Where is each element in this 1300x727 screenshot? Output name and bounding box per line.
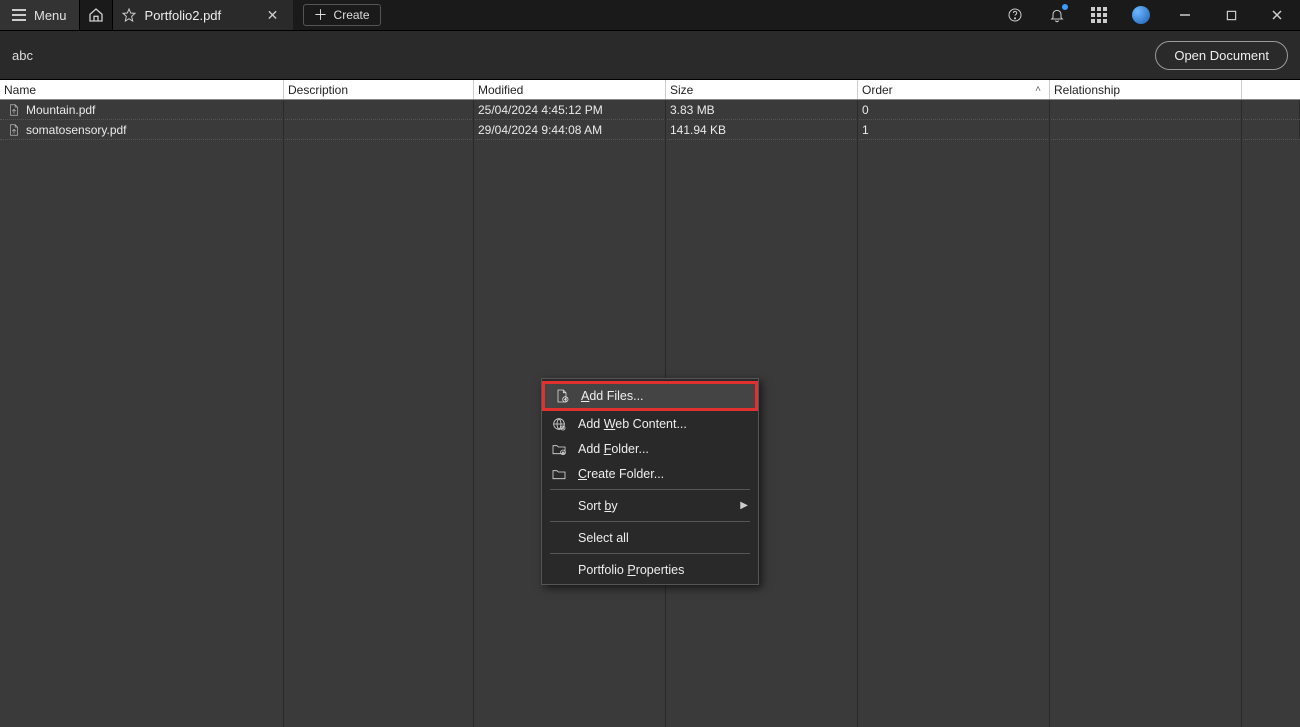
tab-title: Portfolio2.pdf [145,8,222,23]
cell-size: 3.83 MB [670,103,715,117]
notifications-button[interactable] [1036,0,1078,30]
subheader-text: abc [12,48,33,63]
menu-item-portfolio-properties[interactable]: Portfolio Properties [542,557,758,582]
add-files-icon [553,388,571,404]
menu-label-add-files: Add Files... [581,389,644,403]
minimize-icon [1179,9,1191,21]
open-document-button[interactable]: Open Document [1155,41,1288,70]
col-name-label: Name [4,83,36,97]
notification-dot-icon [1062,4,1068,10]
menu-separator [550,553,750,554]
tab-close-button[interactable]: ✕ [263,5,283,25]
maximize-icon [1226,10,1237,21]
menu-label-sort-by: Sort by [578,499,618,513]
subheader: abc Open Document [0,30,1300,80]
column-header-order[interactable]: Order ˄ [858,80,1050,99]
content-area[interactable]: Mountain.pdf 25/04/2024 4:45:12 PM 3.83 … [0,100,1300,727]
menu-label-create-folder: Create Folder... [578,467,664,481]
apps-button[interactable] [1078,0,1120,30]
col-size-label: Size [670,83,693,97]
table-row[interactable]: somatosensory.pdf 29/04/2024 9:44:08 AM … [0,120,1300,140]
column-header-description[interactable]: Description [284,80,474,99]
star-icon [121,7,137,23]
sort-caret-icon: ˄ [1035,84,1041,95]
account-button[interactable] [1120,0,1162,30]
home-icon [88,7,104,23]
menu-item-select-all[interactable]: Select all [542,525,758,550]
create-button[interactable]: ＋ Create [303,4,381,26]
globe-icon [1132,6,1150,24]
context-menu: Add Files... Add Web Content... Add Fold… [541,378,759,585]
column-header-size[interactable]: Size [666,80,858,99]
plus-icon: ＋ [314,8,328,22]
apps-grid-icon [1091,7,1107,23]
window-controls [1162,0,1300,30]
col-rel-label: Relationship [1054,83,1120,97]
create-label: Create [334,8,370,22]
menu-item-sort-by[interactable]: Sort by ▶ [542,493,758,518]
help-icon [1007,7,1023,23]
menu-item-add-web-content[interactable]: Add Web Content... [542,411,758,436]
submenu-arrow-icon: ▶ [740,500,748,511]
add-folder-icon [550,441,568,457]
document-tab[interactable]: Portfolio2.pdf ✕ [113,0,293,30]
menu-label-add-folder: Add Folder... [578,442,649,456]
menu-label: Menu [34,8,67,23]
home-button[interactable] [79,0,113,30]
minimize-button[interactable] [1162,0,1208,30]
titlebar-right [994,0,1300,30]
table-body: Mountain.pdf 25/04/2024 4:45:12 PM 3.83 … [0,100,1300,140]
cell-order: 1 [862,123,869,137]
close-window-button[interactable] [1254,0,1300,30]
menu-label-portfolio-properties: Portfolio Properties [578,563,684,577]
pdf-file-icon [7,103,21,117]
cell-order: 0 [862,103,869,117]
menu-separator [550,489,750,490]
column-header-relationship[interactable]: Relationship [1050,80,1242,99]
open-document-label: Open Document [1174,48,1269,63]
menu-separator [550,521,750,522]
pdf-file-icon [7,123,21,137]
cell-name: Mountain.pdf [26,103,95,117]
help-button[interactable] [994,0,1036,30]
table-header: Name Description Modified Size Order ˄ Re… [0,80,1300,100]
column-header-name[interactable]: Name [0,80,284,99]
menu-label-select-all: Select all [578,531,629,545]
menu-item-add-folder[interactable]: Add Folder... [542,436,758,461]
close-icon [1271,9,1283,21]
table-row[interactable]: Mountain.pdf 25/04/2024 4:45:12 PM 3.83 … [0,100,1300,120]
hamburger-icon [12,9,26,21]
menu-item-create-folder[interactable]: Create Folder... [542,461,758,486]
menu-button[interactable]: Menu [0,0,79,30]
add-web-content-icon [550,416,568,432]
col-order-label: Order [862,83,893,97]
titlebar: Menu Portfolio2.pdf ✕ ＋ Create [0,0,1300,30]
create-folder-icon [550,466,568,482]
maximize-button[interactable] [1208,0,1254,30]
cell-modified: 29/04/2024 9:44:08 AM [478,123,602,137]
column-header-spacer [1242,80,1300,99]
col-mod-label: Modified [478,83,523,97]
column-header-modified[interactable]: Modified [474,80,666,99]
col-desc-label: Description [288,83,348,97]
cell-name: somatosensory.pdf [26,123,127,137]
cell-modified: 25/04/2024 4:45:12 PM [478,103,603,117]
cell-size: 141.94 KB [670,123,726,137]
menu-label-add-web-content: Add Web Content... [578,417,687,431]
menu-item-add-files[interactable]: Add Files... [542,381,758,411]
